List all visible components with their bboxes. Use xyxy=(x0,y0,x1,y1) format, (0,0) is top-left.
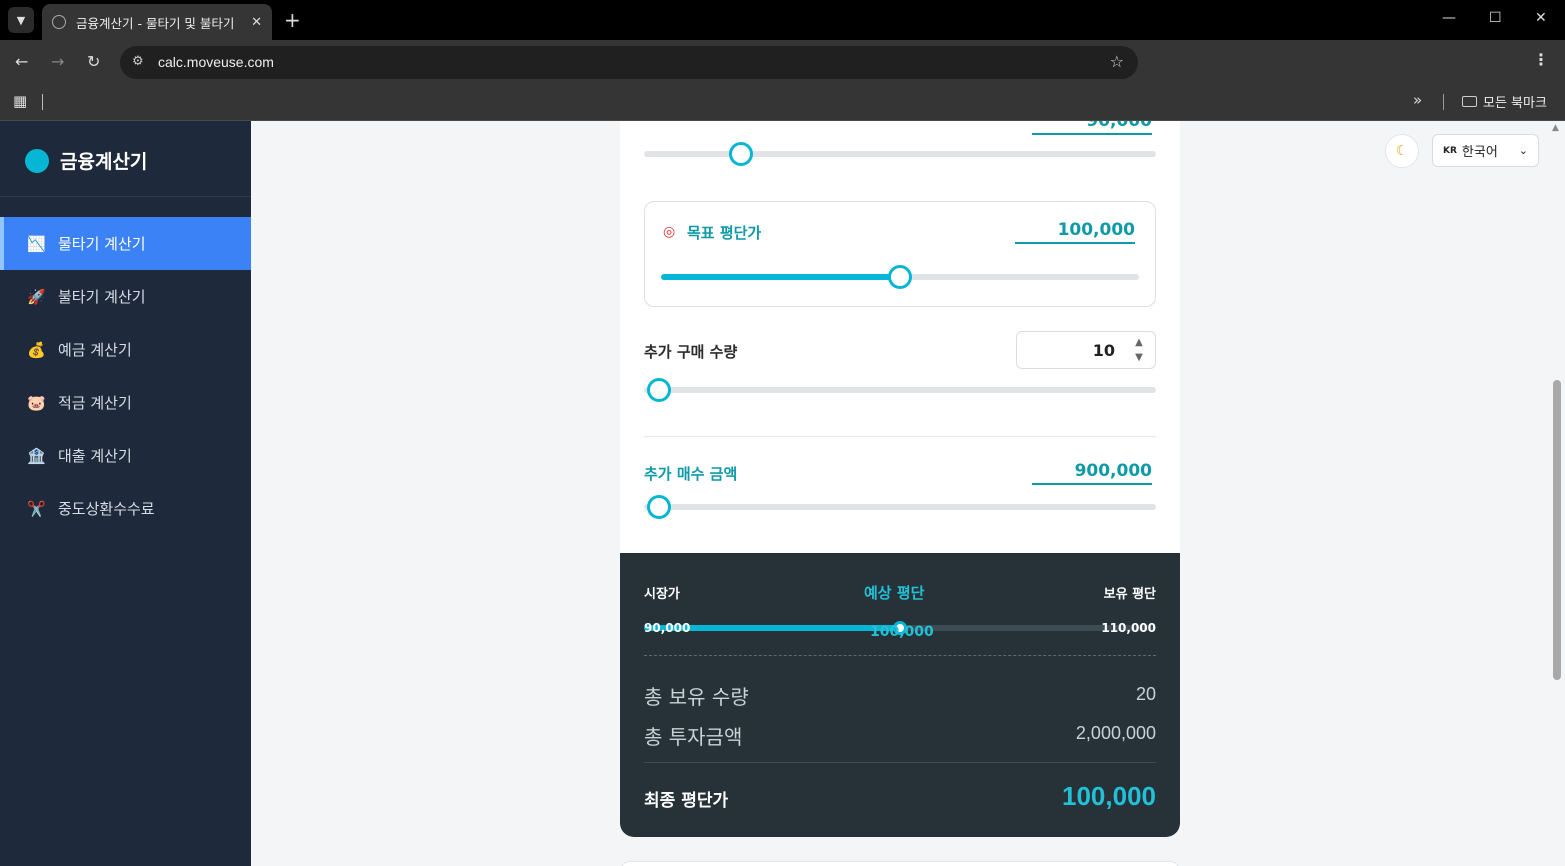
close-icon[interactable]: ✕ xyxy=(251,15,262,30)
all-bookmarks-button[interactable]: 모든 북마크 xyxy=(1462,92,1547,111)
sidebar-divider xyxy=(0,196,251,197)
theme-toggle-button[interactable]: ☾ xyxy=(1385,134,1419,168)
money-bag-icon: 💰 xyxy=(27,340,46,359)
holding-avg-value: 110,000 xyxy=(1101,621,1156,635)
reload-icon[interactable]: ↻ xyxy=(87,52,100,71)
tab-title: 금융계산기 - 물타기 및 불타기 xyxy=(76,15,235,31)
sidebar-item-4[interactable]: 🐷 적금 계산기 xyxy=(0,376,251,429)
chevron-down-icon: ▼ xyxy=(16,13,26,27)
holding-avg-label: 보유 평단 xyxy=(1103,587,1156,602)
browser-toolbar: ← → ↻ ⚙ calc.moveuse.com ☆ ⋮ xyxy=(0,40,1565,84)
rocket-icon: 🚀 xyxy=(27,287,46,306)
market-price-value: 90,000 xyxy=(644,621,691,635)
sidebar-item-label: 예금 계산기 xyxy=(58,341,132,359)
site-settings-icon[interactable]: ⚙ xyxy=(132,54,144,69)
tab-list-button[interactable]: ▼ xyxy=(8,7,34,33)
bookmark-separator xyxy=(1443,94,1444,110)
market-price-label: 시장가 xyxy=(644,587,680,602)
add-quantity-slider[interactable] xyxy=(644,387,1156,393)
add-amount-value[interactable]: 900,000 xyxy=(1032,461,1152,485)
scroll-up-icon[interactable]: ▲ xyxy=(1552,123,1559,133)
window-close-icon[interactable]: ✕ xyxy=(1535,10,1547,26)
summary-dashed-divider xyxy=(644,655,1156,656)
address-bar[interactable]: ⚙ calc.moveuse.com ☆ xyxy=(120,46,1138,79)
moon-icon: ☾ xyxy=(1395,143,1409,159)
total-investment-value: 2,000,000 xyxy=(1075,723,1156,743)
add-amount-slider[interactable] xyxy=(644,504,1156,510)
new-tab-button[interactable]: + xyxy=(284,8,301,32)
total-investment-label: 총 투자금액 xyxy=(644,725,743,749)
add-quantity-label: 추가 구매 수량 xyxy=(644,343,738,361)
chart-down-icon: 📉 xyxy=(27,234,46,253)
bookmarks-bar: ▦ » 모든 북마크 xyxy=(0,84,1565,121)
sidebar-item-label: 불타기 계산기 xyxy=(58,288,146,306)
bank-icon: 🏦 xyxy=(27,446,46,465)
all-bookmarks-label: 모든 북마크 xyxy=(1483,96,1547,111)
target-avg-box: ◎ 목표 평단가 100,000 xyxy=(644,201,1156,307)
expected-avg-value: 100,000 xyxy=(870,624,934,640)
total-quantity-value: 20 xyxy=(1135,684,1156,704)
sidebar-item-6[interactable]: ✂️ 중도상환수수료 xyxy=(0,482,251,535)
add-amount-slider-thumb[interactable] xyxy=(647,495,672,519)
page-scrollbar[interactable]: ▲ xyxy=(1549,121,1565,866)
back-icon[interactable]: ← xyxy=(15,52,28,71)
current-price-value[interactable]: 90,000 xyxy=(1032,121,1152,135)
sidebar-item-5[interactable]: 🏦 대출 계산기 xyxy=(0,429,251,482)
sidebar-item-3[interactable]: 💰 예금 계산기 xyxy=(0,323,251,376)
more-bookmarks-icon[interactable]: » xyxy=(1413,91,1422,109)
chevron-down-icon: ⌄ xyxy=(1518,144,1528,157)
sidebar-item-2[interactable]: 🚀 불타기 계산기 xyxy=(0,270,251,323)
apps-grid-icon[interactable]: ▦ xyxy=(13,92,27,110)
globe-icon xyxy=(52,15,66,29)
current-price-slider-thumb[interactable] xyxy=(729,142,754,166)
browser-menu-icon[interactable]: ⋮ xyxy=(1533,50,1549,69)
brand-dot-icon xyxy=(25,148,49,173)
browser-tab-bar: ▼ 금융계산기 - 물타기 및 불타기 ✕ + — ☐ ✕ xyxy=(0,0,1565,40)
final-avg-value: 100,000 xyxy=(1062,781,1156,811)
sidebar-item-label: 물타기 계산기 xyxy=(58,235,146,253)
sidebar-item-label: 중도상환수수료 xyxy=(58,500,155,518)
bookmark-star-icon[interactable]: ☆ xyxy=(1110,52,1124,71)
next-card xyxy=(620,861,1180,866)
current-price-slider[interactable] xyxy=(644,151,1156,157)
kr-flag-icon: KR xyxy=(1443,145,1457,156)
quantity-stepper[interactable]: ▲ ▼ xyxy=(1129,335,1149,365)
brand-logo[interactable]: 금융계산기 xyxy=(25,147,147,174)
browser-tab[interactable]: 금융계산기 - 물타기 및 불타기 ✕ xyxy=(42,4,272,40)
summary-panel: 시장가 예상 평단 보유 평단 90,000 100,000 110,000 총… xyxy=(620,553,1180,837)
scrollbar-thumb[interactable] xyxy=(1553,380,1561,680)
language-value: 한국어 xyxy=(1461,145,1498,160)
final-avg-label: 최종 평단가 xyxy=(644,791,729,811)
sidebar: 금융계산기 📉 물타기 계산기 🚀 불타기 계산기 💰 예금 계산기 🐷 적금 계산기 🏦 대출 … xyxy=(0,121,251,866)
piggy-bank-icon: 🐷 xyxy=(27,393,46,412)
brand-name: 금융계산기 xyxy=(60,151,148,173)
minimize-icon[interactable]: — xyxy=(1442,10,1456,26)
calculator-card: 90,000 ◎ 목표 평단가 100,000 추가 구매 수량 10 ▲ ▼ 추… xyxy=(620,121,1180,555)
maximize-icon[interactable]: ☐ xyxy=(1489,10,1502,26)
url-text: calc.moveuse.com xyxy=(158,54,274,70)
target-avg-slider-thumb[interactable] xyxy=(888,265,912,289)
card-divider xyxy=(644,436,1156,437)
target-avg-label: 목표 평단가 xyxy=(687,224,762,242)
expected-avg-label: 예상 평단 xyxy=(864,584,925,602)
scissors-icon: ✂️ xyxy=(27,499,46,518)
add-amount-label: 추가 매수 금액 xyxy=(644,465,738,483)
main-content: ☾ KR 한국어 ⌄ 90,000 ◎ 목표 평단가 100,000 추가 구매… xyxy=(251,121,1549,866)
target-icon: ◎ xyxy=(663,224,676,240)
total-quantity-label: 총 보유 수량 xyxy=(644,685,749,709)
language-select[interactable]: KR 한국어 ⌄ xyxy=(1432,134,1539,167)
stepper-down-icon[interactable]: ▼ xyxy=(1129,350,1149,365)
target-avg-value[interactable]: 100,000 xyxy=(1015,220,1135,244)
sidebar-item-label: 적금 계산기 xyxy=(58,394,132,412)
add-quantity-value: 10 xyxy=(1092,341,1115,360)
add-quantity-input[interactable]: 10 ▲ ▼ xyxy=(1016,331,1156,369)
folder-icon xyxy=(1462,96,1477,107)
summary-divider xyxy=(644,762,1156,763)
sidebar-item-1[interactable]: 📉 물타기 계산기 xyxy=(0,217,251,270)
bookmark-separator xyxy=(42,94,43,110)
forward-icon[interactable]: → xyxy=(51,52,64,71)
add-quantity-slider-thumb[interactable] xyxy=(647,378,672,402)
stepper-up-icon[interactable]: ▲ xyxy=(1129,335,1149,350)
sidebar-item-label: 대출 계산기 xyxy=(58,447,132,465)
